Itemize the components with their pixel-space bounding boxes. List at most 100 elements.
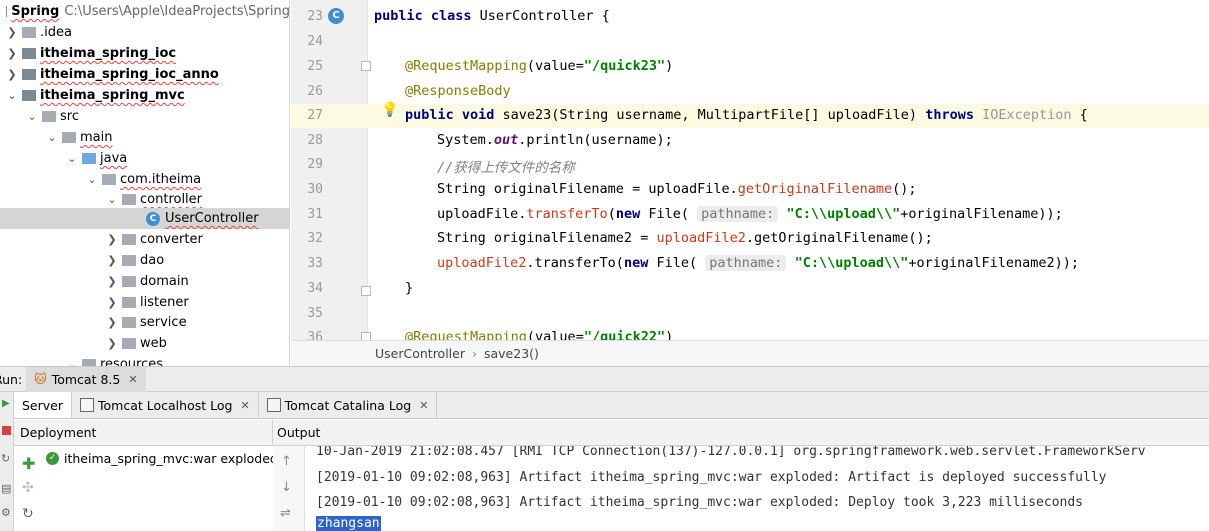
package-icon	[122, 338, 136, 349]
output-line: [2019-01-10 09:02:08,963] Artifact ithei…	[316, 470, 1107, 485]
chevron-down-icon[interactable]: ⌄	[46, 131, 58, 144]
chevron-down-icon[interactable]: ⌄	[66, 152, 78, 165]
line-number: 34	[307, 281, 323, 296]
tree-root-path: C:\Users\Apple\IdeaProjects\Spring	[64, 4, 290, 19]
line-number: 32	[307, 231, 323, 246]
tree-item-label: resources	[100, 357, 164, 366]
soft-wrap-icon[interactable]: ⇌	[280, 506, 291, 521]
gear-icon[interactable]: ⚙	[1, 506, 11, 519]
tree-item-label: main	[80, 130, 113, 145]
chevron-right-icon[interactable]: ❯	[106, 316, 118, 329]
deployment-item[interactable]: ✓ itheima_spring_mvc:war exploded	[46, 451, 278, 466]
chevron-down-icon[interactable]: ⌄	[66, 358, 78, 366]
chevron-down-icon[interactable]: ⌄	[86, 173, 98, 186]
close-icon[interactable]: ✕	[240, 399, 249, 412]
chevron-right-icon[interactable]: ❯	[106, 296, 118, 309]
tree-item-converter[interactable]: ❯ converter	[0, 229, 289, 250]
redeploy-icon[interactable]: ↻	[22, 506, 34, 522]
tree-item-listener[interactable]: ❯ listener	[0, 292, 289, 313]
tree-item-java[interactable]: ⌄ java	[0, 148, 289, 169]
chevron-right-icon[interactable]: ❯	[106, 275, 118, 288]
close-icon[interactable]: ✕	[128, 373, 137, 386]
stop-icon[interactable]	[2, 426, 11, 435]
tree-item-service[interactable]: ❯ service	[0, 312, 289, 333]
tree-item-usercontroller[interactable]: C UserController	[0, 208, 289, 229]
project-tree: Spring C:\Users\Apple\IdeaProjects\Sprin…	[0, 0, 290, 366]
code-line-33: uploadFile2.transferTo(new File( pathnam…	[437, 255, 1080, 271]
output-console[interactable]: 10-Jan-2019 21:02:08.457 [RMI TCP Connec…	[306, 446, 1209, 531]
deploy-update-icon[interactable]: ✣	[22, 480, 34, 496]
tree-item-label: dao	[140, 253, 165, 268]
tree-item-label: service	[140, 315, 187, 330]
folder-icon	[82, 359, 96, 366]
tree-item-dao[interactable]: ❯ dao	[0, 250, 289, 271]
tree-item-idea[interactable]: ❯ .idea	[0, 22, 289, 43]
module-icon	[22, 48, 36, 59]
line-number: 26	[307, 84, 323, 99]
tree-item-web[interactable]: ❯ web	[0, 333, 289, 354]
breadcrumb: UserController › save23()	[291, 340, 1209, 366]
tab-tomcat-localhost-log[interactable]: Tomcat Localhost Log ✕	[72, 392, 259, 418]
fold-marker-icon[interactable]	[361, 61, 371, 71]
package-icon	[102, 174, 116, 185]
tree-item-label: listener	[140, 295, 189, 310]
lightbulb-icon[interactable]: 💡	[381, 102, 398, 118]
run-config-tab[interactable]: 🐱 Tomcat 8.5 ✕	[26, 366, 146, 392]
chevron-right-icon[interactable]: ❯	[6, 26, 18, 39]
output-line: 10-Jan-2019 21:02:08.457 [RMI TCP Connec…	[316, 446, 1146, 459]
tree-item-com-itheima[interactable]: ⌄ com.itheima	[0, 169, 289, 190]
tree-item-domain[interactable]: ❯ domain	[0, 271, 289, 292]
package-icon	[122, 276, 136, 287]
output-toolbar: ↑ ↓ ⇌	[273, 446, 305, 531]
chevron-right-icon[interactable]: ❯	[6, 68, 18, 81]
tree-item-ioc[interactable]: ❯ itheima_spring_ioc	[0, 43, 289, 64]
layout-icon[interactable]: ▤	[1, 482, 11, 495]
arrow-down-icon[interactable]: ↓	[281, 480, 292, 495]
package-icon	[122, 317, 136, 328]
tree-item-label: web	[140, 336, 167, 351]
deployment-item-label: itheima_spring_mvc:war exploded	[64, 451, 278, 466]
line-number: 23	[307, 9, 323, 24]
log-icon	[80, 398, 94, 412]
tree-item-main[interactable]: ⌄ main	[0, 127, 289, 148]
tomcat-icon: 🐱	[34, 372, 47, 386]
tree-item-label: java	[100, 151, 128, 166]
refresh-icon[interactable]: ↻	[1, 452, 10, 465]
class-gutter-icon[interactable]: C	[328, 8, 344, 24]
chevron-right-icon[interactable]: ❯	[106, 254, 118, 267]
chevron-down-icon[interactable]: ⌄	[6, 89, 18, 102]
breadcrumb-item[interactable]: save23()	[484, 346, 539, 361]
folder-icon	[42, 111, 56, 122]
chevron-down-icon[interactable]: ⌄	[106, 193, 118, 206]
close-icon[interactable]: ✕	[419, 399, 428, 412]
tree-root[interactable]: Spring C:\Users\Apple\IdeaProjects\Sprin…	[0, 1, 290, 22]
tree-item-resources[interactable]: ⌄ resources	[0, 354, 289, 366]
fold-marker-icon[interactable]	[361, 286, 371, 296]
parameter-hint: pathname:	[697, 206, 779, 222]
check-icon: ✓	[46, 452, 59, 465]
folder-icon	[22, 27, 36, 38]
tab-tomcat-catalina-log[interactable]: Tomcat Catalina Log ✕	[259, 392, 438, 418]
tree-item-label: converter	[140, 232, 203, 247]
deploy-add-icon[interactable]: ✚	[22, 454, 35, 473]
tree-item-src[interactable]: ⌄ src	[0, 106, 289, 127]
output-header: Output	[272, 420, 1209, 446]
chevron-right-icon[interactable]: ❯	[6, 47, 18, 60]
line-number: 31	[307, 207, 323, 222]
chevron-down-icon[interactable]: ⌄	[26, 110, 38, 123]
line-number: 25	[307, 59, 323, 74]
chevron-right-icon[interactable]: ❯	[106, 337, 118, 350]
tree-item-mvc[interactable]: ⌄ itheima_spring_mvc	[0, 85, 289, 106]
run-config-label: Tomcat 8.5	[51, 371, 121, 387]
line-number: 28	[307, 133, 323, 148]
arrow-up-icon[interactable]: ↑	[281, 454, 292, 469]
tree-item-label: src	[60, 109, 79, 124]
run-side-toolbar: ▶ ↻ ▤ ⚙	[0, 392, 14, 531]
rerun-icon[interactable]: ▶	[2, 398, 10, 409]
tree-item-controller[interactable]: ⌄ controller	[0, 189, 289, 210]
tree-item-ioc-anno[interactable]: ❯ itheima_spring_ioc_anno	[0, 64, 289, 85]
package-icon	[122, 255, 136, 266]
breadcrumb-item[interactable]: UserController	[375, 346, 465, 361]
chevron-right-icon[interactable]: ❯	[106, 233, 118, 246]
tab-server[interactable]: Server	[14, 392, 72, 418]
